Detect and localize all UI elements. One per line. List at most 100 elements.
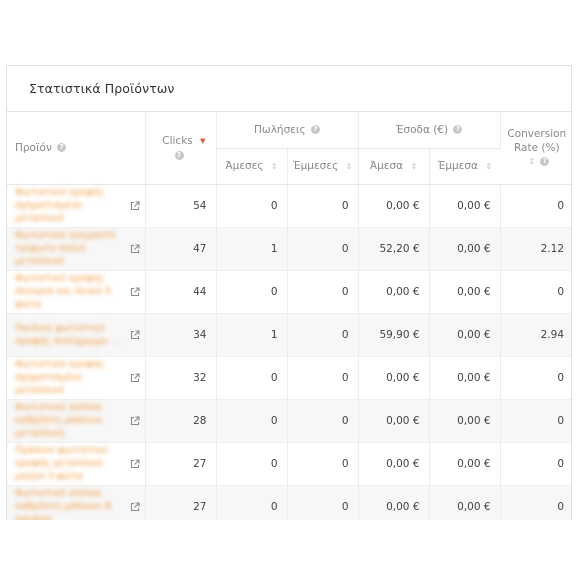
column-header-clicks[interactable]: Clicks ▼ ? xyxy=(145,112,217,185)
column-header-direct-sales[interactable]: Άμεσες ⇕ xyxy=(216,148,288,185)
column-group-sales: Πωλήσεις ? xyxy=(216,112,359,149)
indirect-revenue-cell: 0,00 € xyxy=(429,399,501,443)
product-link[interactable]: Παιδικό φωτιστικό οροφής πολύχρωμο ... xyxy=(15,322,127,348)
external-link-icon[interactable] xyxy=(130,200,140,211)
product-cell: Πράσινο φωτιστικό οροφής μεταλλικό μαύρο… xyxy=(7,442,146,486)
product-cell: Φωτιστικό κρεμαστό τρίφωτο παλιό μεταλλι… xyxy=(7,227,146,271)
clicks-cell: 47 xyxy=(145,227,217,271)
direct-sales-cell: 0 xyxy=(216,184,288,228)
panel-title: Στατιστικά Προϊόντων xyxy=(7,66,571,112)
indirect-sales-cell: 0 xyxy=(287,485,359,520)
clicks-cell: 44 xyxy=(145,270,217,314)
product-link[interactable]: Φωτιστικό κρεμαστό τρίφωτο παλιό μεταλλι… xyxy=(15,229,127,268)
direct-sales-cell: 0 xyxy=(216,442,288,486)
indirect-revenue-cell: 0,00 € xyxy=(429,313,501,357)
external-link-icon[interactable] xyxy=(130,372,140,383)
sort-icon[interactable]: ⇕ xyxy=(528,157,535,166)
sort-desc-icon[interactable]: ▼ xyxy=(200,137,205,145)
table-row: Φωτιστικό οροφής σχηματισμένο μεταλλικό … xyxy=(7,356,571,400)
clicks-cell: 54 xyxy=(145,184,217,228)
column-label-indirect-revenue: Έμμεσα xyxy=(437,160,478,172)
sort-icon[interactable]: ⇕ xyxy=(485,162,492,171)
table-row: Φωτιστικό απλίκα καθρέπτη μπάνιου μεταλλ… xyxy=(7,399,571,443)
indirect-revenue-cell: 0,00 € xyxy=(429,184,501,228)
table-row: Φωτιστικό οροφής σχηματισμένο μεταλλικό … xyxy=(7,184,571,228)
clicks-cell: 27 xyxy=(145,485,217,520)
external-link-icon[interactable] xyxy=(130,501,140,512)
product-cell: Φωτιστικό οροφής σχηματισμένο μεταλλικό xyxy=(7,356,146,400)
help-icon[interactable]: ? xyxy=(57,143,67,153)
conversion-cell: 0 xyxy=(500,485,571,520)
product-cell: Φωτιστικό απλίκα καθρέπτη μπάνιου μεταλλ… xyxy=(7,399,146,443)
external-link-icon[interactable] xyxy=(130,329,140,340)
direct-revenue-cell: 0,00 € xyxy=(358,184,430,228)
help-icon[interactable]: ? xyxy=(310,125,320,135)
direct-sales-cell: 0 xyxy=(216,399,288,443)
clicks-cell: 28 xyxy=(145,399,217,443)
direct-revenue-cell: 0,00 € xyxy=(358,399,430,443)
help-icon[interactable]: ? xyxy=(174,151,184,161)
sort-icon[interactable]: ⇕ xyxy=(271,162,278,171)
external-link-icon[interactable] xyxy=(130,458,140,469)
direct-sales-cell: 0 xyxy=(216,485,288,520)
product-link[interactable]: Φωτιστικό απλίκα καθρέπτη μπάνιου 8 λαμπ… xyxy=(15,487,127,520)
column-header-indirect-revenue[interactable]: Έμμεσα ⇕ xyxy=(429,148,501,185)
product-cell: Φωτιστικό απλίκα καθρέπτη μπάνιου 8 λαμπ… xyxy=(7,485,146,520)
direct-revenue-cell: 0,00 € xyxy=(358,270,430,314)
direct-revenue-cell: 0,00 € xyxy=(358,485,430,520)
clicks-cell: 27 xyxy=(145,442,217,486)
column-label-direct-revenue: Άμεσα xyxy=(369,160,404,172)
column-group-revenue: Έσοδα (€) ? xyxy=(358,112,501,149)
product-link[interactable]: Φωτιστικό οροφής σχηματισμένο μεταλλικό xyxy=(15,186,127,225)
direct-sales-cell: 0 xyxy=(216,356,288,400)
indirect-revenue-cell: 0,00 € xyxy=(429,270,501,314)
column-label-revenue: Έσοδα (€) xyxy=(395,123,449,136)
product-link[interactable]: Φωτιστικό οροφής σχηματισμένο μεταλλικό xyxy=(15,358,127,397)
external-link-icon[interactable] xyxy=(130,415,140,426)
direct-revenue-cell: 0,00 € xyxy=(358,442,430,486)
help-icon[interactable]: ? xyxy=(540,157,550,167)
indirect-revenue-cell: 0,00 € xyxy=(429,442,501,486)
table-row: Φωτιστικό οροφής σκουριά και λευκό 5 φώτ… xyxy=(7,270,571,314)
product-link[interactable]: Φωτιστικό οροφής σκουριά και λευκό 5 φώτ… xyxy=(15,272,127,311)
direct-sales-cell: 1 xyxy=(216,227,288,271)
sort-icon[interactable]: ⇕ xyxy=(346,162,353,171)
help-icon[interactable]: ? xyxy=(453,125,463,135)
external-link-icon[interactable] xyxy=(130,286,140,297)
direct-sales-cell: 0 xyxy=(216,270,288,314)
table-row: Πράσινο φωτιστικό οροφής μεταλλικό μαύρο… xyxy=(7,442,571,486)
sort-icon[interactable]: ⇕ xyxy=(410,162,417,171)
column-header-product: Προϊόν ? xyxy=(7,112,146,185)
product-cell: Φωτιστικό οροφής σκουριά και λευκό 5 φώτ… xyxy=(7,270,146,314)
column-header-conversion[interactable]: Conversion Rate (%) ⇕ ? xyxy=(500,112,571,185)
conversion-cell: 2.94 xyxy=(500,313,571,357)
conversion-cell: 0 xyxy=(500,356,571,400)
column-header-direct-revenue[interactable]: Άμεσα ⇕ xyxy=(358,148,430,185)
indirect-sales-cell: 0 xyxy=(287,227,359,271)
indirect-revenue-cell: 0,00 € xyxy=(429,227,501,271)
direct-revenue-cell: 52,20 € xyxy=(358,227,430,271)
indirect-sales-cell: 0 xyxy=(287,356,359,400)
conversion-cell: 0 xyxy=(500,442,571,486)
external-link-icon[interactable] xyxy=(130,243,140,254)
direct-revenue-cell: 0,00 € xyxy=(358,356,430,400)
column-label-clicks: Clicks xyxy=(162,135,193,148)
product-cell: Φωτιστικό οροφής σχηματισμένο μεταλλικό xyxy=(7,184,146,228)
conversion-cell: 0 xyxy=(500,270,571,314)
table-row: Φωτιστικό απλίκα καθρέπτη μπάνιου 8 λαμπ… xyxy=(7,485,571,520)
indirect-revenue-cell: 0,00 € xyxy=(429,356,501,400)
indirect-sales-cell: 0 xyxy=(287,313,359,357)
product-cell: Παιδικό φωτιστικό οροφής πολύχρωμο ... xyxy=(7,313,146,357)
column-label-conversion: Conversion Rate (%) xyxy=(507,127,567,154)
product-link[interactable]: Πράσινο φωτιστικό οροφής μεταλλικό μαύρο… xyxy=(15,444,127,483)
product-stats-panel: Στατιστικά Προϊόντων Προϊόν ? Clicks ▼ ? xyxy=(6,65,572,520)
column-label-product: Προϊόν xyxy=(15,141,52,154)
indirect-sales-cell: 0 xyxy=(287,270,359,314)
product-link[interactable]: Φωτιστικό απλίκα καθρέπτη μπάνιου μεταλλ… xyxy=(15,401,127,440)
indirect-sales-cell: 0 xyxy=(287,442,359,486)
product-stats-table: Προϊόν ? Clicks ▼ ? Πωλήσεις ? Έσοδα (€)… xyxy=(7,112,571,520)
indirect-sales-cell: 0 xyxy=(287,184,359,228)
column-header-indirect-sales[interactable]: Έμμεσες ⇕ xyxy=(287,148,359,185)
table-row: Παιδικό φωτιστικό οροφής πολύχρωμο ... 3… xyxy=(7,313,571,357)
column-label-sales: Πωλήσεις xyxy=(254,123,306,136)
